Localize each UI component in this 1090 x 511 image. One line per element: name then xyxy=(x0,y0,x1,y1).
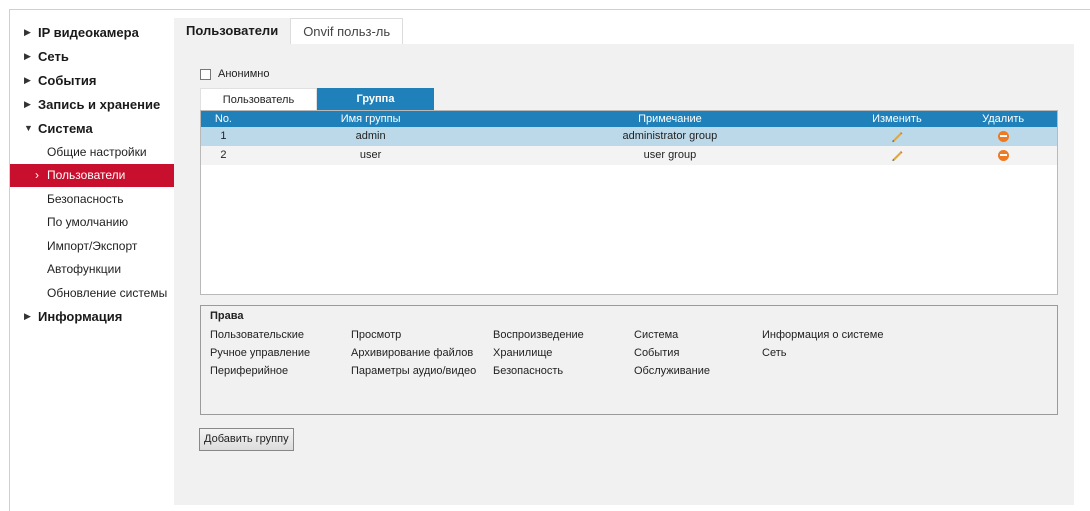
sidebar-item-system-update[interactable]: Обновление системы xyxy=(10,281,175,305)
sidebar-item-security[interactable]: Безопасность xyxy=(10,187,175,211)
triangle-right-icon: ▶ xyxy=(24,50,31,61)
sidebar-item-system[interactable]: ▼ Система xyxy=(10,116,175,140)
tab-users[interactable]: Пользователи xyxy=(174,18,291,44)
permission-label: Просмотр xyxy=(351,329,402,341)
sidebar-item-information[interactable]: ▶ Информация xyxy=(10,305,175,329)
sidebar-item-label: Запись и хранение xyxy=(38,96,161,112)
permission-label: События xyxy=(634,347,680,359)
sidebar-item-recording[interactable]: ▶ Запись и хранение xyxy=(10,92,175,116)
permission-label: Архивирование файлов xyxy=(351,347,474,359)
sidebar-item-label: Безопасность xyxy=(47,191,124,206)
sidebar-item-label: События xyxy=(38,72,97,88)
permission-label: Пользовательские xyxy=(210,329,304,341)
rights-title: Права xyxy=(210,310,244,322)
delete-icon[interactable] xyxy=(997,149,1009,161)
permission-label: Периферийное xyxy=(210,365,289,377)
sidebar-item-label: Информация xyxy=(38,309,123,324)
sidebar-item-auto-functions[interactable]: Автофункции xyxy=(10,258,175,282)
sidebar-item-label: Автофункции xyxy=(47,262,122,277)
sidebar-nav: ▶ IP видеокамера ▶ Сеть ▶ События ▶ Запи… xyxy=(10,20,175,329)
sidebar-item-label: Система xyxy=(38,120,93,136)
sidebar-item-label: По умолчанию xyxy=(47,215,129,230)
table-header: No. Имя группы Примечание Изменить Удали… xyxy=(201,111,1057,127)
sidebar-item-defaults[interactable]: По умолчанию xyxy=(10,211,175,235)
permission-label: Информация о системе xyxy=(762,329,884,341)
cell-edit xyxy=(845,146,950,165)
column-header-edit: Изменить xyxy=(872,113,922,125)
sidebar-item-label: Обновление системы xyxy=(47,285,168,300)
add-group-button[interactable]: Добавить группу xyxy=(199,428,294,451)
cell-group-name: user xyxy=(359,149,382,161)
cell-note: user group xyxy=(643,149,697,161)
table-row[interactable]: 1 admin administrator group xyxy=(201,127,1057,146)
sidebar-item-ip-camera[interactable]: ▶ IP видеокамера xyxy=(10,20,175,44)
anonymous-label: Анонимно xyxy=(218,68,270,80)
sidebar-item-general-settings[interactable]: Общие настройки xyxy=(10,140,175,164)
subtab-user[interactable]: Пользователь xyxy=(200,88,317,110)
permission-label: Сеть xyxy=(762,347,787,359)
sidebar-item-label: IP видеокамера xyxy=(38,24,139,40)
rights-panel: Права Пользовательские Просмотр Воспроиз… xyxy=(200,305,1058,415)
permission-label: Безопасность xyxy=(493,365,564,377)
permission-label: Обслуживание xyxy=(634,365,710,377)
cell-delete xyxy=(949,146,1057,165)
subtab-group[interactable]: Группа xyxy=(317,88,434,110)
triangle-right-icon: ▶ xyxy=(24,311,31,321)
top-tab-bar: Пользователи Onvif польз-ль xyxy=(174,18,1074,44)
column-header-delete: Удалить xyxy=(982,113,1025,125)
column-header-no: No. xyxy=(214,113,232,125)
column-header-group-name: Имя группы xyxy=(340,113,401,125)
sidebar-item-label: Общие настройки xyxy=(47,144,147,159)
permission-label: Хранилище xyxy=(493,347,553,359)
cell-edit xyxy=(845,127,950,146)
cell-no: 2 xyxy=(220,149,227,161)
permission-label: Система xyxy=(634,329,679,341)
sidebar-item-label: Пользователи xyxy=(47,168,126,183)
tab-onvif-users[interactable]: Onvif польз-ль xyxy=(290,18,404,44)
anonymous-checkbox[interactable] xyxy=(200,68,211,80)
sub-tab-bar: Пользователь Группа xyxy=(200,88,434,110)
permission-label: Параметры аудио/видео xyxy=(351,365,477,377)
pencil-icon[interactable] xyxy=(890,148,904,162)
sidebar-item-network[interactable]: ▶ Сеть xyxy=(10,44,175,68)
cell-no: 1 xyxy=(220,130,227,142)
pencil-icon[interactable] xyxy=(890,129,904,143)
triangle-right-icon: ▶ xyxy=(24,26,31,37)
delete-icon[interactable] xyxy=(997,130,1009,142)
permission-label: Воспроизведение xyxy=(493,329,584,341)
cell-group-name: admin xyxy=(355,130,386,142)
chevron-right-icon: › xyxy=(35,168,39,183)
triangle-right-icon: ▶ xyxy=(24,98,31,109)
sidebar-item-import-export[interactable]: Импорт/Экспорт xyxy=(10,234,175,258)
sidebar-item-events[interactable]: ▶ События xyxy=(10,68,175,92)
main-panel: Пользователи Onvif польз-ль Анонимно Пол… xyxy=(174,18,1074,505)
sidebar-item-label: Сеть xyxy=(38,48,69,64)
cell-delete xyxy=(949,127,1057,146)
anonymous-option: Анонимно xyxy=(200,68,270,80)
table-row[interactable]: 2 user user group xyxy=(201,146,1057,165)
groups-table: No. Имя группы Примечание Изменить Удали… xyxy=(200,110,1058,295)
triangle-down-icon: ▼ xyxy=(24,123,33,133)
sidebar-item-users[interactable]: › Пользователи xyxy=(10,163,175,187)
permission-label: Ручное управление xyxy=(210,347,311,359)
sidebar-item-label: Импорт/Экспорт xyxy=(47,238,138,253)
cell-note: administrator group xyxy=(622,130,718,142)
column-header-note: Примечание xyxy=(638,113,702,125)
triangle-right-icon: ▶ xyxy=(24,74,31,85)
